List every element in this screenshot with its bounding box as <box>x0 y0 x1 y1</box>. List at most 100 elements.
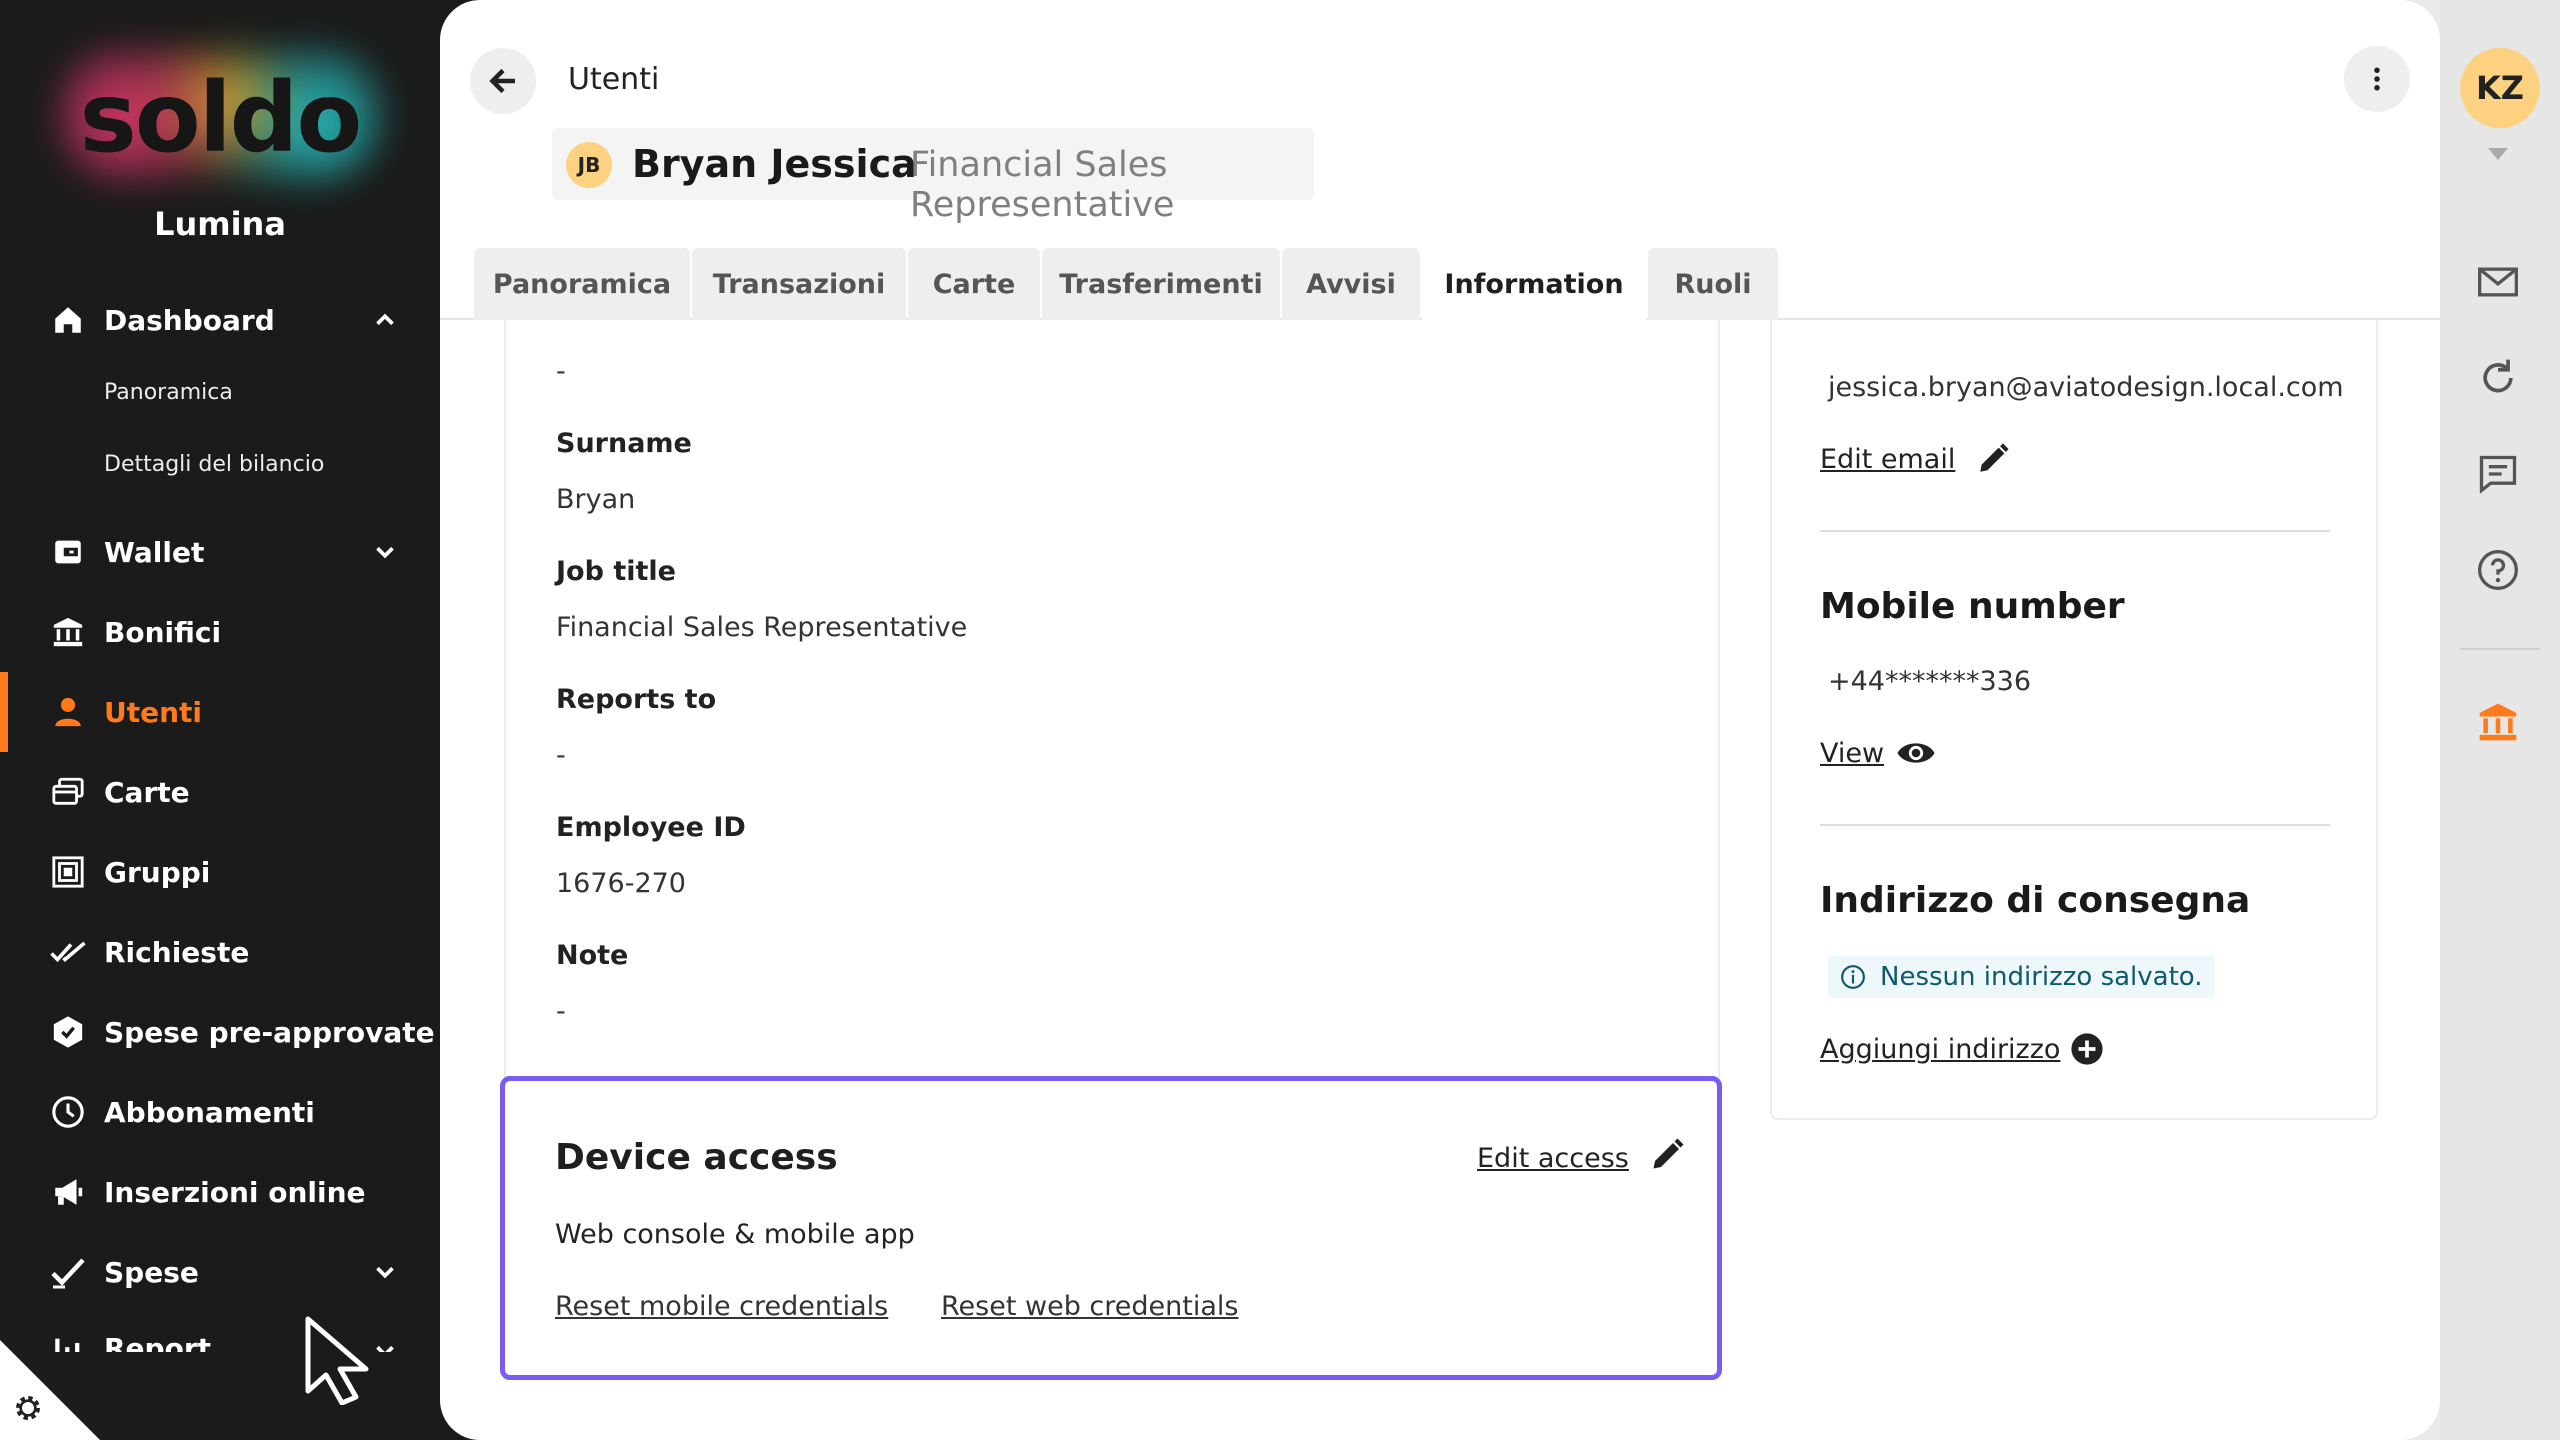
chevron-down-icon[interactable] <box>370 537 400 567</box>
no-address-notice: Nessun indirizzo salvato. <box>1828 956 2215 998</box>
sidebar-item-label: Richieste <box>104 935 250 969</box>
org-name: Lumina <box>154 205 286 243</box>
job-title-label: Job title <box>556 556 676 587</box>
sidebar-item-inserzioni-online[interactable]: Inserzioni online <box>0 1162 440 1222</box>
rail-divider <box>2460 648 2540 650</box>
chevron-up-icon[interactable] <box>370 305 400 335</box>
sidebar-item-label: Abbonamenti <box>104 1095 315 1129</box>
double-check-icon <box>50 934 86 970</box>
surname-label: Surname <box>556 428 692 459</box>
plus-circle-icon[interactable] <box>2070 1032 2106 1068</box>
mobile-number-title: Mobile number <box>1820 586 2125 627</box>
sidebar-item-abbonamenti[interactable]: Abbonamenti <box>0 1082 440 1142</box>
main-content: Utenti JB Bryan Jessica Financial Sales … <box>440 0 2440 1440</box>
mail-icon[interactable] <box>2476 260 2524 308</box>
sidebar-item-wallet[interactable]: Wallet <box>0 522 440 582</box>
sidebar-item-label: Spese pre-approvate <box>104 1015 435 1049</box>
no-address-text: Nessun indirizzo salvato. <box>1880 962 2203 992</box>
reset-mobile-credentials-link[interactable]: Reset mobile credentials <box>555 1291 888 1322</box>
employee-id-value: 1676-270 <box>556 868 686 899</box>
chevron-down-icon[interactable] <box>370 1257 400 1287</box>
breadcrumb[interactable]: Utenti <box>568 62 659 97</box>
edit-email-link[interactable]: Edit email <box>1820 444 1955 475</box>
bar-chart-icon <box>50 1332 86 1352</box>
clock-icon <box>50 1094 86 1130</box>
sidebar-item-label: Bonifici <box>104 615 222 649</box>
divider <box>1820 824 2330 826</box>
sidebar-subitem-panoramica[interactable]: Panoramica <box>104 380 233 405</box>
device-access-description: Web console & mobile app <box>555 1219 915 1250</box>
note-value: - <box>556 996 566 1027</box>
sidebar-item-gruppi[interactable]: Gruppi <box>0 842 440 902</box>
user-avatar: JB <box>566 142 612 188</box>
field-value: - <box>556 356 566 387</box>
sidebar-item-richieste[interactable]: Richieste <box>0 922 440 982</box>
reports-to-label: Reports to <box>556 684 717 715</box>
user-name: Bryan Jessica <box>632 142 917 186</box>
email-value: jessica.bryan@aviatodesign.local.com <box>1828 372 2344 403</box>
employee-id-label: Employee ID <box>556 812 746 843</box>
check-icon <box>50 1254 86 1290</box>
kebab-menu-icon <box>2374 67 2380 91</box>
sidebar-item-carte[interactable]: Carte <box>0 762 440 822</box>
eye-icon[interactable] <box>1896 736 1936 772</box>
groups-icon <box>50 854 86 890</box>
bank-transfer-icon <box>50 614 86 650</box>
bank-icon[interactable] <box>2476 700 2524 748</box>
tab-transazioni[interactable]: Transazioni <box>692 248 906 320</box>
mobile-number-value: +44*******336 <box>1828 666 2032 697</box>
sidebar-item-dashboard[interactable]: Dashboard <box>0 290 440 350</box>
sidebar-item-spese-pre-approvate[interactable]: Spese pre-approvate <box>0 1002 440 1062</box>
tab-ruoli[interactable]: Ruoli <box>1648 248 1778 320</box>
tab-panoramica[interactable]: Panoramica <box>474 248 690 320</box>
soldo-logo[interactable]: soldo <box>40 40 400 190</box>
mouse-cursor-icon <box>300 1315 380 1405</box>
tab-avvisi[interactable]: Avvisi <box>1282 248 1420 320</box>
account-avatar[interactable]: KZ <box>2460 48 2540 128</box>
pencil-icon[interactable] <box>1976 442 2012 478</box>
sidebar-item-utenti[interactable]: Utenti <box>0 672 440 752</box>
settings-corner[interactable] <box>0 1340 100 1440</box>
job-title-value: Financial Sales Representative <box>556 612 968 643</box>
megaphone-icon <box>50 1174 86 1210</box>
logo-text: soldo <box>79 62 363 174</box>
tab-carte[interactable]: Carte <box>908 248 1040 320</box>
hexagon-check-icon <box>50 1014 86 1050</box>
wallet-icon <box>50 534 86 570</box>
user-header-chip: JB Bryan Jessica Financial Sales Represe… <box>552 128 1314 225</box>
delivery-address-title: Indirizzo di consegna <box>1820 880 2251 921</box>
sidebar-item-label: Gruppi <box>104 855 211 889</box>
sidebar-item-bonifici[interactable]: Bonifici <box>0 602 440 662</box>
help-icon[interactable] <box>2476 548 2524 596</box>
view-mobile-link[interactable]: View <box>1820 738 1884 769</box>
surname-value: Bryan <box>556 484 636 515</box>
note-label: Note <box>556 940 629 971</box>
sidebar-item-spese[interactable]: Spese <box>0 1242 440 1302</box>
divider <box>1820 530 2330 532</box>
device-access-title: Device access <box>555 1137 838 1178</box>
refresh-icon[interactable] <box>2476 356 2524 404</box>
active-indicator <box>0 672 8 752</box>
back-button[interactable] <box>470 48 536 114</box>
reset-web-credentials-link[interactable]: Reset web credentials <box>941 1291 1238 1322</box>
sidebar-item-label: Inserzioni online <box>104 1175 366 1209</box>
home-icon <box>50 302 86 338</box>
sidebar-item-label: Dashboard <box>104 303 275 337</box>
tab-trasferimenti[interactable]: Trasferimenti <box>1042 248 1280 320</box>
sidebar-item-label: Wallet <box>104 535 205 569</box>
pencil-icon[interactable] <box>1649 1137 1687 1175</box>
user-info-card: - Surname Bryan Job title Financial Sale… <box>504 320 1720 1080</box>
reports-to-value: - <box>556 740 566 771</box>
arrow-left-icon <box>489 68 515 94</box>
tab-bar: Panoramica Transazioni Carte Trasferimen… <box>474 248 1780 320</box>
caret-down-icon[interactable] <box>2488 148 2508 160</box>
more-options-button[interactable] <box>2344 46 2410 112</box>
gear-icon[interactable] <box>12 1392 48 1428</box>
chat-icon[interactable] <box>2476 452 2524 500</box>
sidebar-item-label: Carte <box>104 775 190 809</box>
contact-card: jessica.bryan@aviatodesign.local.com Edi… <box>1770 320 2378 1120</box>
add-address-link[interactable]: Aggiungi indirizzo <box>1820 1034 2060 1065</box>
tab-information[interactable]: Information <box>1422 248 1646 320</box>
edit-access-link[interactable]: Edit access <box>1477 1143 1629 1174</box>
sidebar-subitem-dettagli-bilancio[interactable]: Dettagli del bilancio <box>104 452 324 477</box>
